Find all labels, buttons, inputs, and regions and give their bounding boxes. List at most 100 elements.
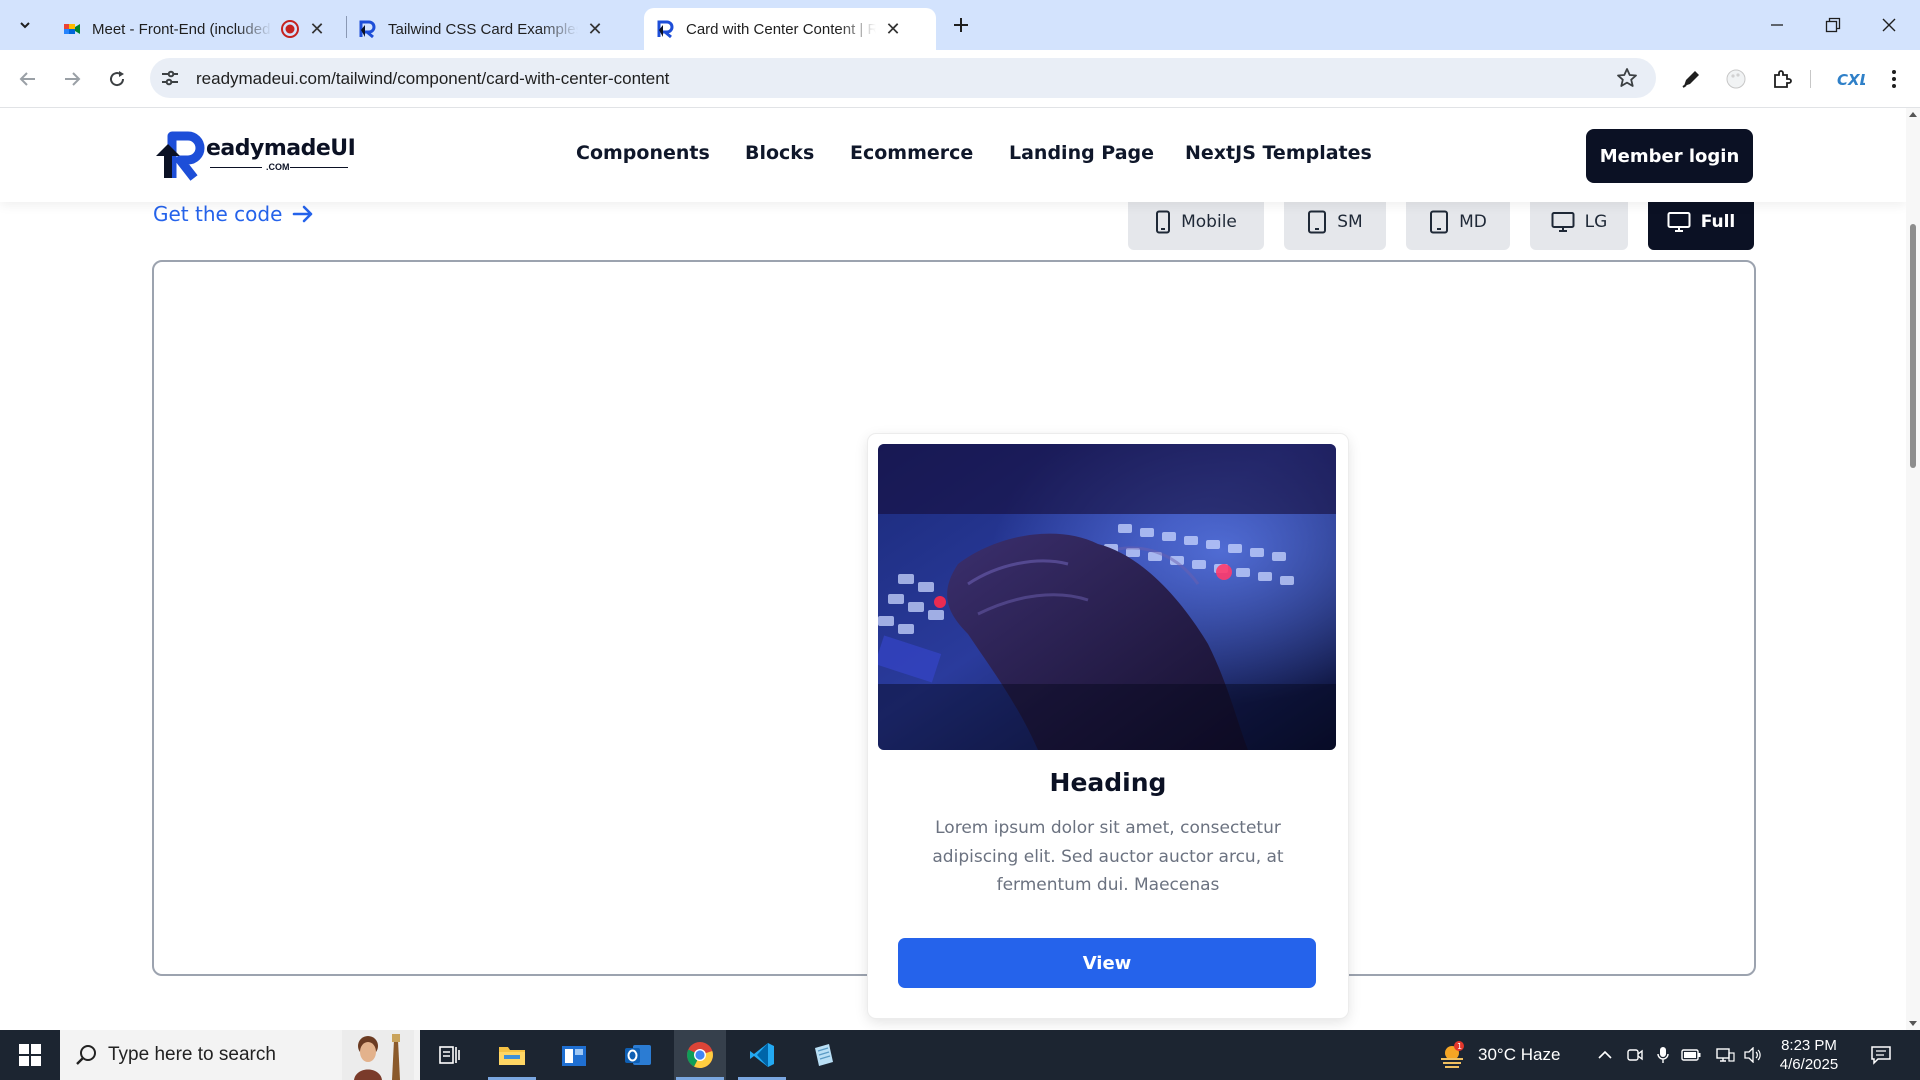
plus-icon (954, 18, 968, 32)
viewport-label: MD (1459, 211, 1487, 232)
center-content-card: Heading Lorem ipsum dolor sit amet, cons… (868, 434, 1348, 1018)
tab-search-button[interactable] (10, 10, 40, 40)
nav-item-blocks[interactable]: Blocks (745, 142, 814, 164)
logo-rule (210, 167, 262, 168)
close-icon[interactable]: ✕ (882, 18, 904, 40)
browser-toolbar: readymadeui.com/tailwind/component/card-… (0, 50, 1920, 108)
readymadeui-logo-icon (156, 131, 205, 181)
nav-item-components[interactable]: Components (576, 142, 710, 164)
store-icon (562, 1046, 586, 1066)
weather-text[interactable]: 30°C Haze (1478, 1045, 1560, 1065)
site-logo[interactable]: eadymadeUI .COM (154, 128, 364, 182)
chevron-up-icon (1598, 1050, 1612, 1059)
close-icon[interactable]: ✕ (584, 18, 606, 40)
arrow-right-icon (293, 205, 313, 223)
taskbar-vscode[interactable] (736, 1030, 788, 1080)
tray-network[interactable] (1712, 1030, 1738, 1080)
view-button[interactable]: View (898, 938, 1316, 988)
taskbar-task-view[interactable] (424, 1030, 476, 1080)
close-window-button[interactable] (1866, 8, 1912, 42)
minimize-button[interactable] (1754, 8, 1800, 42)
windows-logo-icon (19, 1044, 41, 1066)
nav-item-landing-page[interactable]: Landing Page (1009, 142, 1154, 164)
folder-icon (499, 1047, 525, 1065)
start-button[interactable] (0, 1030, 60, 1080)
clock-time: 8:23 PM (1781, 1037, 1837, 1054)
scroll-up-icon[interactable] (1909, 112, 1917, 117)
viewport-label: Full (1700, 211, 1736, 232)
site-info-icon[interactable] (160, 68, 180, 88)
taskbar-outlook[interactable] (612, 1030, 664, 1080)
profile-extension-button[interactable]: CXL (1832, 65, 1868, 93)
nav-item-nextjs-templates[interactable]: NextJS Templates (1185, 142, 1372, 164)
tab-meet[interactable]: Meet - Front-End (included ✕ (50, 8, 340, 50)
taskbar-chrome[interactable] (674, 1030, 726, 1080)
card-image (878, 444, 1336, 750)
tab-tailwind-card-examples[interactable]: Tailwind CSS Card Examples | Re ✕ (346, 8, 636, 50)
extensions-button[interactable] (1768, 65, 1796, 93)
taskbar-search-placeholder: Type here to search (108, 1044, 276, 1065)
windows-taskbar: Type here to search 1 30°C Haze 8:23 PM … (0, 1030, 1920, 1080)
tray-battery[interactable] (1678, 1030, 1704, 1080)
battery-icon (1681, 1049, 1701, 1061)
viewport-label: LG (1584, 211, 1608, 232)
page-viewport: eadymadeUI .COM Components Blocks Ecomme… (0, 108, 1906, 1030)
forward-button[interactable] (56, 63, 88, 95)
member-login-button[interactable]: Member login (1586, 129, 1753, 183)
card-body-text: Lorem ipsum dolor sit amet, consectetur … (932, 818, 1284, 895)
url-text: readymadeui.com/tailwind/component/card-… (196, 69, 670, 88)
tab-title: Meet - Front-End (included (92, 20, 271, 38)
nav-item-ecommerce[interactable]: Ecommerce (850, 142, 973, 164)
svg-text:CXL: CXL (1837, 71, 1865, 88)
chevron-down-icon (20, 22, 30, 29)
toolbar-divider (1810, 70, 1811, 88)
restore-icon (1825, 17, 1841, 33)
viewport-label: Mobile (1181, 211, 1237, 232)
monitor-icon (1551, 211, 1575, 232)
page-scrollbar[interactable] (1906, 108, 1920, 1030)
get-the-code-label: Get the code (153, 202, 283, 226)
extension-color-button[interactable] (1722, 65, 1750, 93)
tab-card-center-content[interactable]: Card with Center Content | Rea ✕ (644, 8, 936, 50)
bookmark-star-icon[interactable] (1616, 67, 1638, 89)
logo-rule (290, 167, 348, 168)
scrollbar-thumb[interactable] (1910, 224, 1916, 468)
logo-text: eadymadeUI (206, 136, 356, 161)
network-icon (1716, 1048, 1735, 1062)
back-button[interactable] (12, 63, 44, 95)
address-bar[interactable]: readymadeui.com/tailwind/component/card-… (150, 58, 1656, 98)
taskbar-file-explorer[interactable] (486, 1030, 538, 1080)
get-the-code-link[interactable]: Get the code (153, 202, 314, 226)
minimize-icon (1771, 24, 1783, 26)
vscode-icon (750, 1043, 774, 1067)
tray-camera[interactable] (1622, 1030, 1648, 1080)
taskbar-notepad-app[interactable] (798, 1030, 850, 1080)
arrow-left-icon (19, 72, 35, 86)
new-tab-button[interactable] (948, 12, 974, 38)
google-meet-icon (64, 24, 80, 34)
speaker-icon (1744, 1047, 1761, 1063)
browser-tab-strip: Meet - Front-End (included ✕ Tailwind CS… (0, 0, 1920, 50)
restore-button[interactable] (1810, 8, 1856, 42)
close-icon[interactable]: ✕ (306, 18, 328, 40)
notepad-icon (815, 1044, 833, 1066)
taskbar-store[interactable] (548, 1030, 600, 1080)
reload-button[interactable] (101, 63, 133, 95)
browser-menu-button[interactable] (1880, 65, 1908, 93)
weather-badge: 1 (1457, 1042, 1462, 1051)
chrome-icon (687, 1042, 713, 1069)
scroll-down-icon[interactable] (1909, 1021, 1917, 1026)
taskbar-weather[interactable]: 1 (1430, 1030, 1474, 1080)
taskbar-search-box[interactable]: Type here to search (60, 1030, 420, 1080)
readymadeui-favicon (657, 20, 674, 39)
viewport-label: SM (1337, 211, 1363, 232)
cxl-logo-icon: CXL (1837, 71, 1865, 88)
extension-pen-button[interactable] (1677, 65, 1705, 93)
site-header: eadymadeUI .COM Components Blocks Ecomme… (0, 108, 1906, 202)
notifications-button[interactable] (1856, 1030, 1906, 1080)
weather-haze-icon: 1 (1441, 1041, 1464, 1068)
tray-microphone[interactable] (1650, 1030, 1676, 1080)
taskbar-clock[interactable]: 8:23 PM 4/6/2025 (1762, 1036, 1856, 1074)
tray-overflow-button[interactable] (1592, 1030, 1618, 1080)
keyboard-photo (878, 444, 1336, 750)
